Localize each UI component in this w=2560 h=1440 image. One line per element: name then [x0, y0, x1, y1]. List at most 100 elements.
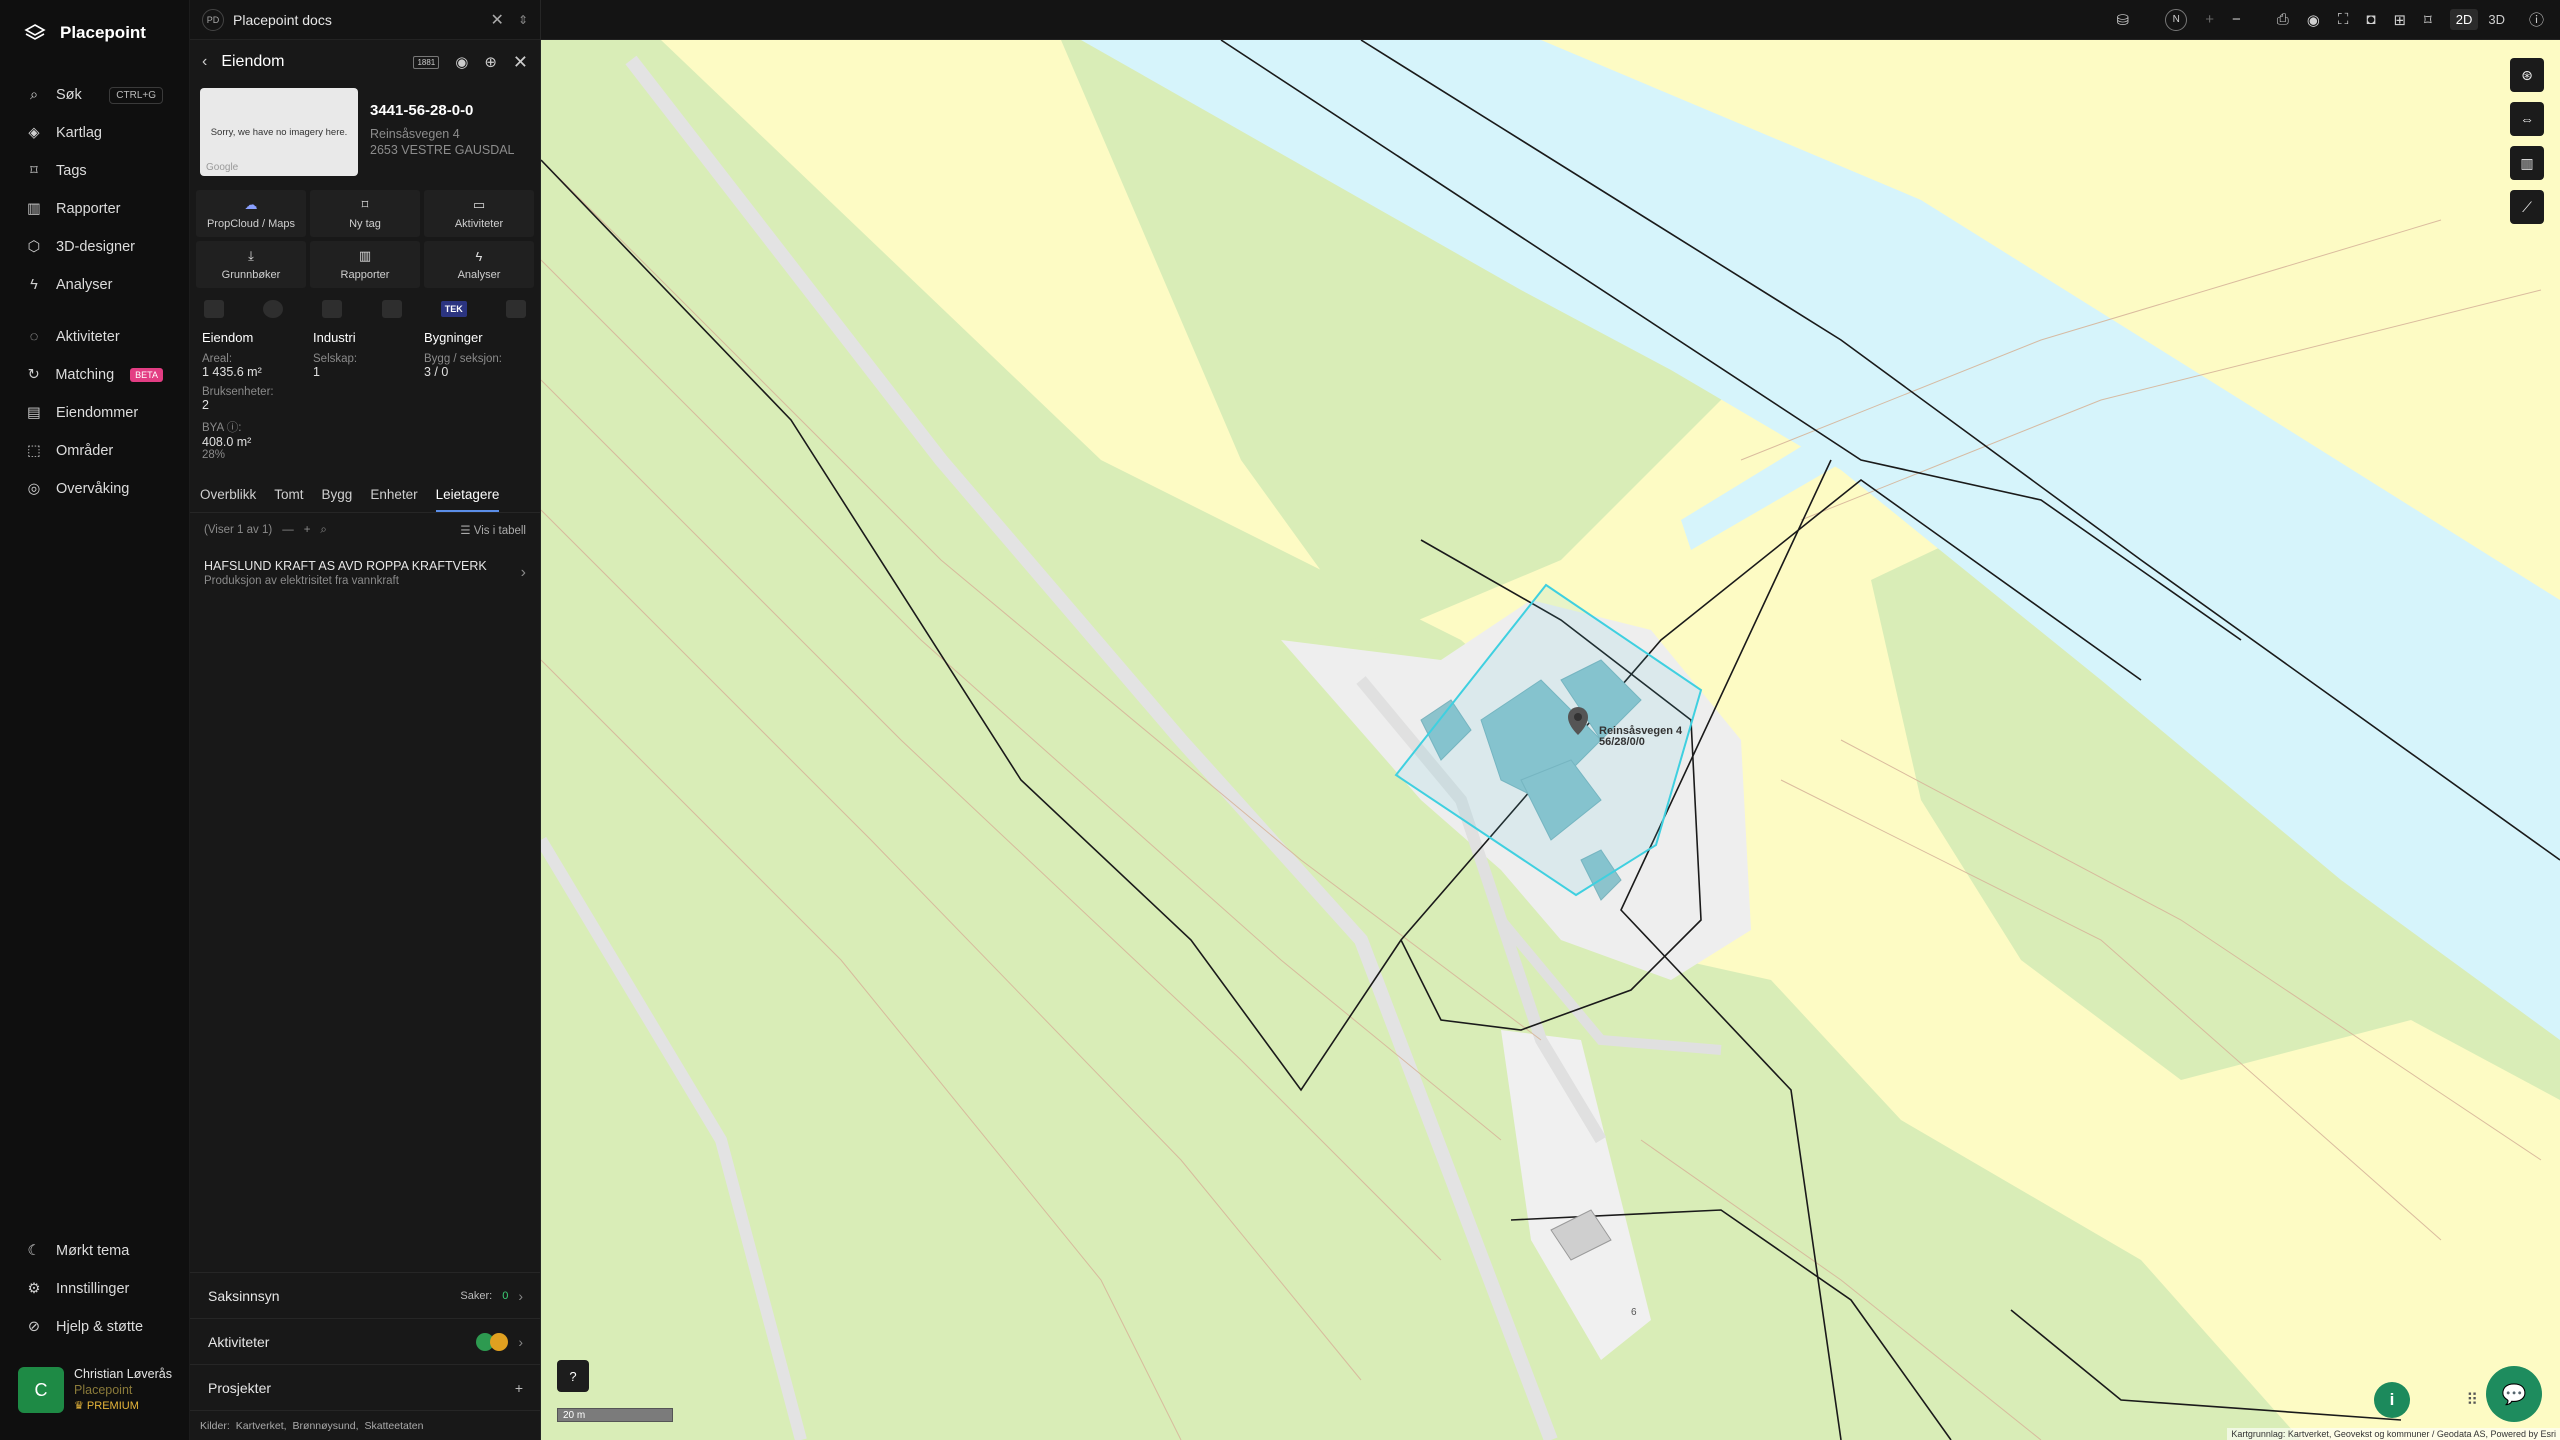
nav-item-search[interactable]: ⌕ Søk CTRL+G: [0, 76, 189, 114]
nav-item-settings[interactable]: ⚙ Innstillinger: [0, 1270, 190, 1308]
print-icon[interactable]: ⎙: [2277, 11, 2289, 28]
bolt-icon: ϟ: [30, 277, 38, 293]
eye-icon[interactable]: ◉: [2307, 11, 2320, 29]
tenant-text: HAFSLUND KRAFT AS AVD ROPPA KRAFTVERK Pr…: [204, 559, 487, 587]
mode-3d-button[interactable]: 3D: [2482, 9, 2511, 30]
table-view-link[interactable]: ☰ Vis i tabell: [460, 523, 526, 537]
source-link[interactable]: Skatteetaten: [365, 1420, 424, 1432]
source-link[interactable]: Brønnøysund,: [293, 1420, 359, 1432]
map-canvas[interactable]: Reinsåsvegen 4 56/28/0/0 6 ⊛ ⇔ ▥ ⟋ ? 20 …: [541, 40, 2560, 1440]
stats-heading: Bygninger: [424, 330, 483, 345]
source-logo-6[interactable]: [505, 300, 526, 318]
plan-badge: ♛ PREMIUM: [74, 1398, 172, 1414]
user-text: Christian Løverås Placepoint ♛ PREMIUM: [74, 1366, 172, 1414]
user-org: Placepoint: [74, 1383, 133, 1397]
stats-heading: Industri: [313, 330, 356, 345]
compass-icon[interactable]: N: [2165, 8, 2188, 31]
camera-icon[interactable]: ◘: [2366, 11, 2375, 28]
thumb-text: Sorry, we have no imagery here.: [210, 126, 348, 138]
source-logo-2[interactable]: [263, 300, 284, 318]
map-tool-elevation[interactable]: ⟋: [2510, 190, 2544, 224]
action-label: Aktiviteter: [454, 218, 504, 230]
info-button[interactable]: i: [2374, 1382, 2410, 1418]
close-icon[interactable]: ✕: [513, 52, 528, 73]
activities-button[interactable]: ▭ Aktiviteter: [424, 190, 534, 237]
source-logo-3[interactable]: [322, 300, 343, 318]
nav-item-3d-designer[interactable]: ⬡ 3D-designer: [0, 228, 189, 266]
tab-leietagere[interactable]: Leietagere: [435, 487, 500, 512]
street-view-thumbnail[interactable]: Sorry, we have no imagery here. Google: [200, 88, 358, 176]
layers-toggle-icon[interactable]: ⛁: [2117, 11, 2130, 29]
info-icon[interactable]: ⓘ: [2529, 9, 2544, 30]
chat-icon: 💬: [2501, 1383, 2527, 1406]
zoom-in-icon[interactable]: +: [2205, 11, 2214, 28]
map-tool-measure[interactable]: ⇔: [2510, 102, 2544, 136]
tab-enheter[interactable]: Enheter: [370, 487, 417, 512]
nav-item-analyser[interactable]: ϟ Analyser: [0, 266, 189, 304]
saksinnsyn-row[interactable]: Saksinnsyn Saker: 0 ›: [190, 1272, 541, 1318]
nav-label: Aktiviteter: [56, 329, 120, 345]
list-icon: ☰: [460, 525, 474, 537]
nav-item-dark-theme[interactable]: ☾ Mørkt tema: [0, 1232, 190, 1270]
stat-label: Bygg / seksjon:: [424, 353, 502, 365]
docs-title[interactable]: Placepoint docs: [233, 12, 332, 28]
bookmark-icon[interactable]: ⌑: [2424, 11, 2432, 29]
kv-badge[interactable]: 1881: [413, 55, 440, 69]
activities-row[interactable]: Aktiviteter ›: [190, 1318, 541, 1364]
drag-handle-icon[interactable]: ⠿: [2466, 1390, 2478, 1410]
tab-tomt[interactable]: Tomt: [274, 487, 303, 512]
projects-label: Prosjekter: [208, 1379, 272, 1396]
tek-logo[interactable]: TEK: [440, 301, 467, 317]
add-project-icon[interactable]: +: [515, 1380, 523, 1396]
nav-item-tags[interactable]: ⌑ Tags: [0, 152, 189, 190]
source-logo-4[interactable]: [381, 300, 402, 318]
main-nav: Placepoint ⌕ Søk CTRL+G ◈ Kartlag ⌑ Tags ▥ Ra…: [0, 0, 190, 1440]
chat-button[interactable]: 💬: [2486, 1366, 2542, 1422]
grid-icon[interactable]: ⊞: [2393, 11, 2406, 29]
document-icon: ▤: [27, 405, 41, 421]
propcloud-button[interactable]: ☁ PropCloud / Maps: [196, 190, 306, 237]
tab-bygg[interactable]: Bygg: [322, 487, 353, 512]
bookmark-icon: ⌑: [361, 197, 369, 212]
reports-button[interactable]: ▥ Rapporter: [310, 241, 420, 288]
nav-item-eiendommer[interactable]: ▤ Eiendommer: [0, 394, 189, 432]
grunnboker-button[interactable]: ⤓ Grunnbøker: [196, 241, 306, 288]
back-icon[interactable]: ‹: [202, 53, 207, 71]
nav-item-help[interactable]: ⊘ Hjelp & støtte: [0, 1308, 190, 1346]
tab-overblikk[interactable]: Overblikk: [200, 487, 256, 512]
map-tool-layers[interactable]: ⊛: [2510, 58, 2544, 92]
action-label: PropCloud / Maps: [206, 218, 296, 230]
analyses-button[interactable]: ϟ Analyser: [424, 241, 534, 288]
nav-item-matching[interactable]: ↻ Matching BETA: [0, 356, 189, 394]
tenant-name: HAFSLUND KRAFT AS AVD ROPPA KRAFTVERK: [204, 559, 487, 573]
new-tag-button[interactable]: ⌑ Ny tag: [310, 190, 420, 237]
fullscreen-icon[interactable]: ⛶: [2338, 11, 2349, 28]
saker-label: Saker:: [460, 1289, 493, 1302]
source-logo-1[interactable]: [204, 300, 224, 318]
map-help-button[interactable]: ?: [557, 1360, 589, 1392]
nav-item-overvaking[interactable]: ◎ Overvåking: [0, 470, 189, 508]
layers-icon: ◈: [28, 125, 40, 141]
map-tool-chart[interactable]: ▥: [2510, 146, 2544, 180]
add-icon[interactable]: +: [304, 524, 311, 536]
nav-item-aktiviteter[interactable]: ◌ Aktiviteter: [0, 318, 189, 356]
mode-2d-button[interactable]: 2D: [2449, 9, 2479, 30]
source-link[interactable]: Kartverket,: [236, 1420, 287, 1432]
expand-icon[interactable]: ⇕: [518, 13, 528, 27]
close-docs-icon[interactable]: ✕: [491, 10, 504, 30]
brand[interactable]: Placepoint: [0, 0, 189, 66]
search-icon[interactable]: ⌕: [320, 524, 326, 537]
nav-item-omrader[interactable]: ⬚ Områder: [0, 432, 189, 470]
target-icon[interactable]: ⊕: [484, 53, 497, 71]
zoom-out-icon[interactable]: −: [2232, 11, 2241, 28]
list-item[interactable]: HAFSLUND KRAFT AS AVD ROPPA KRAFTVERK Pr…: [190, 547, 540, 599]
projects-row[interactable]: Prosjekter +: [190, 1364, 541, 1410]
collapse-icon[interactable]: —: [282, 524, 294, 536]
nav-item-rapporter[interactable]: ▥ Rapporter: [0, 190, 189, 228]
panel-title: Eiendom: [221, 53, 285, 70]
stat-value: 1 435.6 m²: [202, 365, 262, 379]
user-profile[interactable]: C Christian Løverås Placepoint ♛ PREMIUM: [18, 1358, 172, 1422]
eye-icon[interactable]: ◉: [455, 53, 468, 71]
nav-item-kartlag[interactable]: ◈ Kartlag: [0, 114, 189, 152]
property-info[interactable]: 3441-56-28-0-0 Reinsåsvegen 4 2653 VESTR…: [370, 88, 530, 176]
